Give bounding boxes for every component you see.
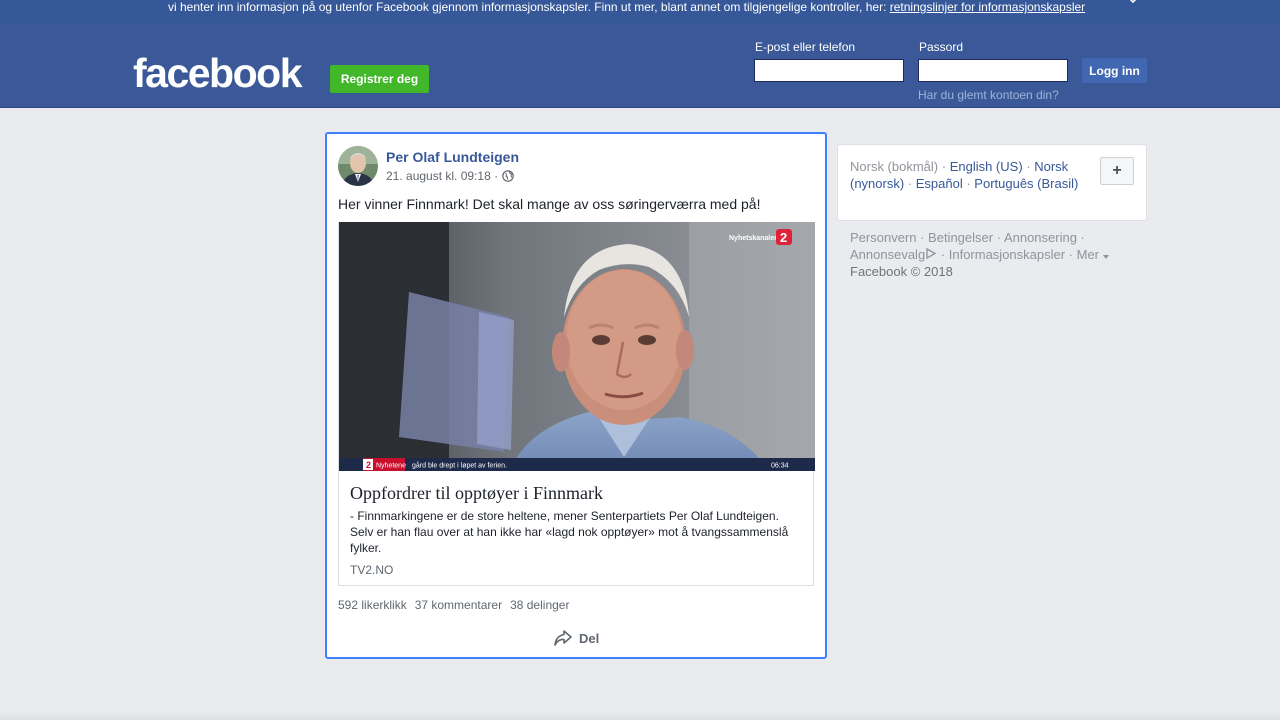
link-description: - Finnmarkingene er de store heltene, me… [350,509,789,555]
language-selector: Norsk (bokmål) · English (US) · Norsk (n… [837,144,1147,221]
more-languages-button[interactable]: + [1100,157,1134,185]
cookie-banner-text: vi henter inn informasjon på og utenfor … [168,0,1085,14]
language-list: Norsk (bokmål) · English (US) · Norsk (n… [850,159,1079,191]
cookie-banner-message: vi henter inn informasjon på og utenfor … [168,0,890,14]
tv2-ticker-logo: 2 [366,460,371,470]
link-source: TV2.NO [350,563,394,577]
link-title[interactable]: Oppfordrer til opptøyer i Finnmark [350,482,603,504]
caret-down-icon [1102,247,1109,262]
page-bottom-shade [0,712,1280,720]
password-field[interactable] [918,59,1068,82]
footer-link-annonsevalg-label: Annonsevalg [850,247,926,262]
post-card: Per Olaf Lundteigen 21. august kl. 09:18… [325,132,827,659]
link-preview[interactable]: 2 Nyhetene gård ble drept i løpet av fer… [338,222,815,586]
language-espanol[interactable]: Español [916,176,963,191]
channel-name: Nyhetskanalen [729,235,778,242]
footer-link-mer-label: Mer [1076,247,1100,262]
footer-link-annonsevalg[interactable]: Annonsevalg [850,247,937,262]
current-language: Norsk (bokmål) [850,159,939,174]
post-meta: 21. august kl. 09:18 · [386,168,514,184]
email-label: E-post eller telefon [755,40,856,54]
footer-link-annonsering[interactable]: Annonsering [1004,230,1077,245]
close-icon[interactable] [1124,0,1142,10]
link-image[interactable]: 2 Nyhetene gård ble drept i løpet av fer… [339,222,815,471]
post-author[interactable]: Per Olaf Lundteigen [386,148,519,166]
cookie-banner: vi henter inn informasjon på og utenfor … [0,0,1280,25]
ticker-text: gård ble drept i løpet av ferien. [412,462,507,470]
share-icon [553,629,573,647]
post-stats: 592 likerklikk 37 kommentarer 38 delinge… [338,597,569,613]
footer-link-personvern[interactable]: Personvern [850,230,916,245]
top-bar: facebook Registrer deg E-post eller tele… [0,25,1280,108]
footer: Personvern · Betingelser · Annonsering ·… [850,229,1120,280]
facebook-logo[interactable]: facebook [133,51,303,95]
copyright: Facebook © 2018 [850,264,953,279]
cookie-policy-link[interactable]: retningslinjer for informasjonskapsler [890,0,1085,14]
forgot-account-link[interactable]: Har du glemt kontoen din? [918,88,1059,102]
ticker-time: 06:34 [771,463,789,470]
comment-count[interactable]: 37 kommentarer [415,597,502,613]
channel-number: 2 [780,230,787,245]
password-label: Passord [919,40,964,54]
adchoices-icon [925,247,937,262]
footer-link-informasjonskapsler[interactable]: Informasjonskapsler [949,247,1065,262]
email-field[interactable] [754,59,904,82]
globe-icon[interactable] [502,170,514,182]
post-text: Her vinner Finnmark! Det skal mange av o… [338,196,761,212]
language-portugues-brasil[interactable]: Português (Brasil) [974,176,1078,191]
post-date[interactable]: 21. august kl. 09:18 · [386,168,498,184]
register-button[interactable]: Registrer deg [330,65,429,93]
like-count[interactable]: 592 likerklikk [338,597,407,613]
footer-link-mer[interactable]: Mer [1077,247,1109,262]
share-button[interactable]: Del [553,629,599,647]
avatar[interactable] [338,146,378,186]
share-count[interactable]: 38 delinger [510,597,569,613]
footer-link-betingelser[interactable]: Betingelser [928,230,993,245]
login-button[interactable]: Logg inn [1082,58,1147,83]
share-label: Del [579,630,600,646]
ticker-label: Nyhetene [376,463,406,470]
language-english-us[interactable]: English (US) [950,159,1023,174]
